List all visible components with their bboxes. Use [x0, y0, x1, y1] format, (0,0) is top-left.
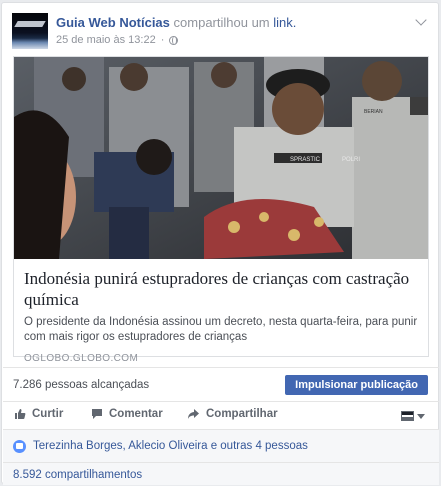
link-domain: OGLOBO.GLOBO.COM: [24, 353, 139, 364]
audience-selector[interactable]: [401, 410, 425, 422]
link-info[interactable]: Indonésia punirá estupradores de criança…: [14, 259, 428, 364]
like-label: Curtir: [32, 408, 64, 420]
thumbs-up-icon: [15, 409, 26, 419]
photo-label-name: SPRASTIC: [290, 157, 321, 163]
post-header: Guia Web Notícias compartilhou um link. …: [12, 11, 430, 51]
share-arrow-icon: [188, 409, 199, 419]
chevron-down-icon[interactable]: [414, 15, 428, 29]
like-badge-icon: [13, 440, 26, 453]
action-bar: Curtir Comentar Compartilhar: [3, 401, 439, 428]
comment-button[interactable]: Comentar: [91, 408, 163, 420]
action-text: compartilhou um: [173, 15, 270, 30]
like-button[interactable]: Curtir: [14, 408, 63, 420]
post-meta: 25 de maio às 13:22 ·: [56, 34, 179, 46]
shares-count[interactable]: 8.592 compartilhamentos: [13, 469, 142, 481]
insights-row: 7.286 pessoas alcançadas Impulsionar pub…: [3, 367, 439, 401]
share-button[interactable]: Compartilhar: [187, 408, 278, 420]
comment-label: Comentar: [109, 408, 163, 420]
photo-label-polri: POLRI: [342, 157, 360, 163]
feed-post: Guia Web Notícias compartilhou um link. …: [1, 2, 439, 485]
post-headline: Guia Web Notícias compartilhou um link.: [56, 15, 296, 30]
caret-down-icon: [417, 413, 425, 419]
post-timestamp[interactable]: 25 de maio às 13:22: [56, 34, 156, 46]
link-title[interactable]: Indonésia punirá estupradores de criança…: [24, 268, 418, 310]
news-photo[interactable]: SPRASTIC POLRI BERIAN: [14, 57, 428, 259]
reactions-row: Terezinha Borges, Aklecio Oliveira e out…: [3, 429, 439, 462]
link-description: O presidente da Indonésia assinou um dec…: [24, 316, 418, 343]
shares-row: 8.592 compartilhamentos: [3, 462, 439, 485]
reach-count[interactable]: 7.286 pessoas alcançadas: [13, 379, 149, 391]
page-avatar[interactable]: [12, 13, 48, 49]
page-name-link[interactable]: Guia Web Notícias: [56, 15, 170, 30]
globe-icon[interactable]: [169, 35, 179, 45]
boost-post-button[interactable]: Impulsionar publicação: [285, 375, 428, 395]
comment-icon: [92, 409, 102, 419]
link-attachment[interactable]: SPRASTIC POLRI BERIAN Indonésia punirá e…: [13, 56, 429, 364]
flag-icon: [401, 411, 414, 421]
likers-text[interactable]: Terezinha Borges, Aklecio Oliveira e out…: [33, 440, 308, 452]
link-word[interactable]: link.: [273, 15, 296, 30]
photo-label-berian: BERIAN: [364, 109, 383, 115]
share-label: Compartilhar: [206, 408, 278, 420]
